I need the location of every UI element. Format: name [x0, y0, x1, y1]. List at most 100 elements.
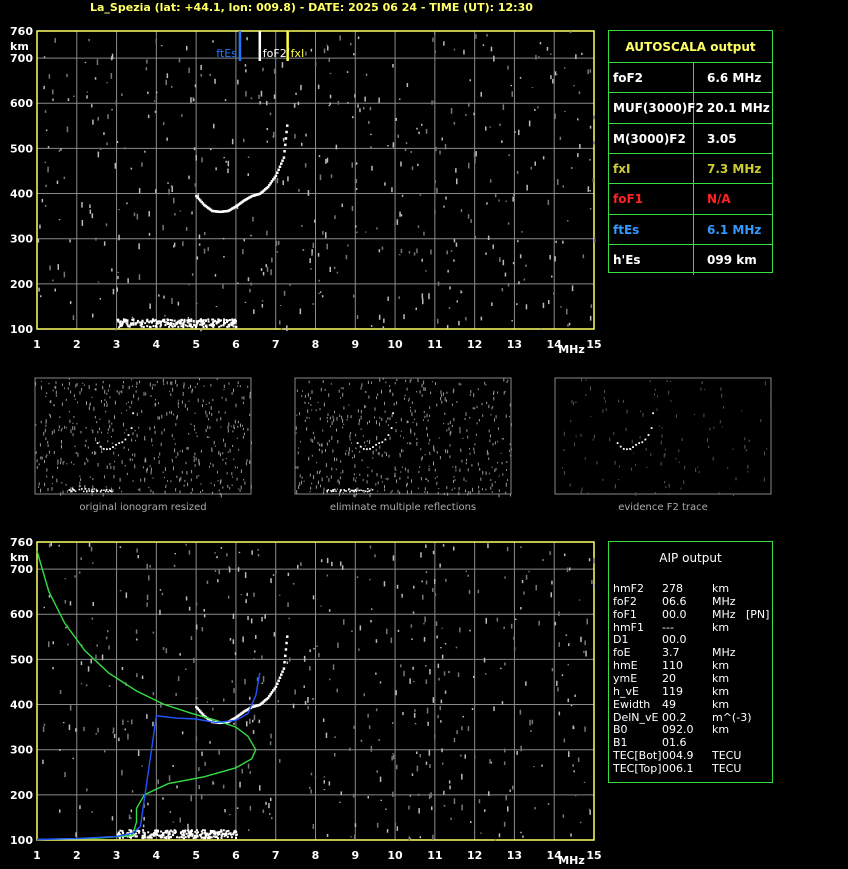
noise-dot	[490, 46, 493, 52]
thumb-trace	[96, 442, 99, 444]
aip-unit: km	[712, 620, 730, 634]
thumb-noise	[401, 466, 403, 468]
thumb-noise	[41, 456, 43, 460]
thumb-noise	[322, 429, 324, 432]
thumb-noise	[465, 462, 467, 465]
thumb-noise	[764, 451, 765, 456]
noise-dot	[215, 306, 218, 308]
thumb-noise	[364, 441, 366, 444]
thumb-noise	[332, 449, 334, 453]
noise-dot	[141, 765, 143, 767]
thumb-es-echo	[104, 490, 107, 493]
es-echo	[160, 323, 163, 326]
thumb-noise	[721, 426, 723, 428]
thumb-noise	[175, 423, 177, 426]
thumb-noise	[649, 380, 651, 383]
noise-dot	[562, 814, 565, 818]
noise-dot	[217, 579, 219, 583]
aip-val: 110	[662, 659, 683, 673]
thumb-noise	[574, 442, 575, 447]
es-echo	[163, 321, 166, 323]
noise-dot	[379, 776, 382, 782]
thumb-noise	[228, 382, 230, 385]
noise-dot	[350, 836, 352, 838]
noise-dot	[229, 638, 232, 641]
autoscala-row-m3000f2: M(3000)F2 3.05	[609, 122, 772, 154]
thumb-noise	[122, 385, 124, 389]
noise-dot	[153, 100, 156, 102]
thumb-noise	[411, 412, 413, 416]
noise-dot	[67, 98, 70, 101]
thumb-noise	[232, 430, 234, 433]
thumb-noise	[440, 397, 442, 401]
noise-dot	[453, 121, 456, 125]
thumb-noise	[337, 440, 339, 444]
thumb-noise	[56, 478, 58, 483]
es-echo	[165, 836, 168, 839]
thumb-noise	[426, 478, 428, 480]
thumb-noise	[342, 387, 344, 390]
thumb-noise	[99, 427, 100, 431]
thumb-noise	[207, 425, 209, 429]
thumb-noise	[52, 475, 54, 479]
thumb-noise	[104, 475, 105, 479]
thumb-noise	[510, 423, 512, 427]
noise-dot	[235, 765, 237, 767]
thumb-noise	[675, 457, 677, 460]
thumb-noise	[53, 451, 55, 455]
thumb-noise	[60, 429, 62, 432]
thumb-noise	[172, 387, 174, 392]
noise-dot	[435, 146, 437, 152]
noise-dot	[116, 287, 118, 292]
es-echo	[135, 835, 138, 838]
noise-dot	[97, 727, 99, 733]
noise-dot	[438, 677, 440, 681]
thumb-noise	[427, 479, 429, 482]
thumb-noise	[733, 493, 734, 496]
thumb-noise	[455, 469, 457, 472]
noise-dot	[502, 104, 505, 110]
noise-dot	[188, 175, 190, 180]
noise-dot	[433, 100, 435, 104]
noise-dot	[322, 231, 324, 235]
noise-dot	[562, 240, 564, 244]
thumb-noise	[82, 382, 84, 385]
noise-dot	[399, 98, 401, 100]
thumb-noise	[459, 429, 461, 434]
aip-val: ---	[662, 620, 674, 634]
noise-dot	[491, 302, 493, 306]
aip-name: foE	[613, 646, 631, 660]
thumb-noise	[50, 414, 51, 418]
noise-dot	[469, 79, 471, 82]
es-echo	[168, 836, 171, 839]
noise-dot	[531, 719, 534, 725]
noise-dot	[45, 129, 48, 132]
thumb-noise	[150, 395, 152, 397]
noise-dot	[553, 292, 555, 295]
thumb-noise	[664, 481, 665, 484]
thumb-noise	[501, 438, 503, 440]
thumb-noise	[474, 443, 476, 446]
es-echo	[164, 324, 167, 327]
noise-dot	[367, 796, 369, 799]
thumb-noise	[760, 419, 762, 422]
thumb-noise	[158, 416, 160, 420]
es-echo	[225, 319, 228, 321]
thumb-trace	[626, 448, 628, 451]
thumb-noise	[394, 466, 396, 470]
noise-dot	[504, 272, 507, 277]
noise-dot	[162, 122, 165, 126]
noise-dot	[283, 290, 286, 296]
thumb-noise	[375, 448, 377, 452]
thumb-noise	[79, 481, 81, 484]
noise-dot	[113, 733, 116, 739]
thumb-noise	[202, 404, 203, 408]
noise-dot	[328, 105, 330, 107]
thumb-noise	[208, 402, 210, 404]
thumb-noise	[199, 378, 200, 381]
noise-dot	[223, 698, 225, 702]
thumb-noise	[502, 473, 504, 476]
thumb-noise	[308, 380, 310, 384]
thumb-noise	[355, 477, 357, 479]
noise-dot	[444, 690, 447, 694]
